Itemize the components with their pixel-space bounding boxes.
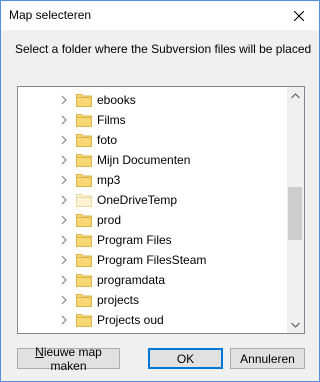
ok-button-label: OK [176, 351, 195, 366]
instruction-text: Select a folder where the Subversion fil… [15, 42, 312, 56]
chevron-right-icon[interactable] [59, 295, 69, 305]
folder-icon [76, 154, 92, 167]
tree-item[interactable]: Mijn Documenten [18, 150, 286, 170]
close-icon [294, 10, 304, 21]
tree-item[interactable]: Program FilesSteam [18, 250, 286, 270]
folder-icon [76, 94, 92, 107]
cancel-button[interactable]: Annuleren [230, 348, 305, 369]
cancel-button-label: Annuleren [240, 351, 295, 366]
scroll-up-button[interactable] [287, 87, 304, 104]
tree-item-label: projects [97, 293, 140, 307]
folder-icon [76, 174, 92, 187]
tree-item-label: Mijn Documenten [97, 153, 191, 167]
chevron-right-icon[interactable] [59, 215, 69, 225]
folder-icon [76, 314, 92, 327]
ok-button[interactable]: OK [148, 348, 223, 369]
dialog-title: Map selecteren [9, 8, 92, 22]
chevron-right-icon[interactable] [59, 255, 69, 265]
tree-item-label: Films [97, 113, 126, 127]
tree-item-label: Program Files [97, 233, 172, 247]
chevron-right-icon[interactable] [59, 275, 69, 285]
new-folder-button[interactable]: Nieuwe map maken [17, 345, 120, 373]
folder-tree[interactable]: ebooks Films foto Mijn Documenten mp3 OneDriv… [17, 86, 305, 334]
chevron-right-icon[interactable] [59, 135, 69, 145]
scroll-down-button[interactable] [287, 316, 304, 333]
tree-item[interactable]: programdata [18, 270, 286, 290]
folder-icon [76, 254, 92, 267]
tree-item[interactable]: Projects oud [18, 310, 286, 330]
chevron-right-icon[interactable] [59, 115, 69, 125]
tree-item[interactable]: foto [18, 130, 286, 150]
tree-item-label: foto [97, 133, 118, 147]
folder-icon [76, 114, 92, 127]
chevron-right-icon[interactable] [59, 235, 69, 245]
tree-item-label: prod [97, 213, 122, 227]
folder-icon [76, 214, 92, 227]
scrollbar-thumb[interactable] [288, 187, 302, 240]
tree-item-label: ebooks [97, 93, 136, 107]
chevron-right-icon[interactable] [59, 195, 69, 205]
tree-item-label: mp3 [97, 173, 121, 187]
close-button[interactable] [279, 1, 319, 30]
folder-list: ebooks Films foto Mijn Documenten mp3 OneDriv… [18, 90, 286, 330]
tree-item[interactable]: OneDriveTemp [18, 190, 286, 210]
tree-item[interactable]: Films [18, 110, 286, 130]
tree-item[interactable]: ebooks [18, 90, 286, 110]
tree-item[interactable]: projects [18, 290, 286, 310]
folder-icon [76, 134, 92, 147]
tree-item[interactable]: prod [18, 210, 286, 230]
tree-item-label: OneDriveTemp [97, 193, 178, 207]
folder-icon [76, 294, 92, 307]
chevron-right-icon[interactable] [59, 155, 69, 165]
tree-item-label: Program FilesSteam [97, 253, 207, 267]
tree-item[interactable]: Program Files [18, 230, 286, 250]
tree-item-label: Projects oud [97, 313, 164, 327]
tree-item-label: programdata [97, 273, 166, 287]
chevron-right-icon[interactable] [59, 315, 69, 325]
folder-icon-light [76, 194, 92, 207]
vertical-scrollbar[interactable] [287, 87, 304, 333]
dialog-window: Map selecteren Select a folder where the… [0, 0, 320, 382]
folder-icon [76, 234, 92, 247]
chevron-down-icon [291, 322, 300, 328]
tree-item[interactable]: mp3 [18, 170, 286, 190]
chevron-right-icon[interactable] [59, 175, 69, 185]
chevron-right-icon[interactable] [59, 95, 69, 105]
chevron-up-icon [291, 92, 300, 98]
folder-icon [76, 274, 92, 287]
new-folder-button-label: Nieuwe map maken [35, 344, 102, 373]
title-bar: Map selecteren [1, 1, 319, 30]
